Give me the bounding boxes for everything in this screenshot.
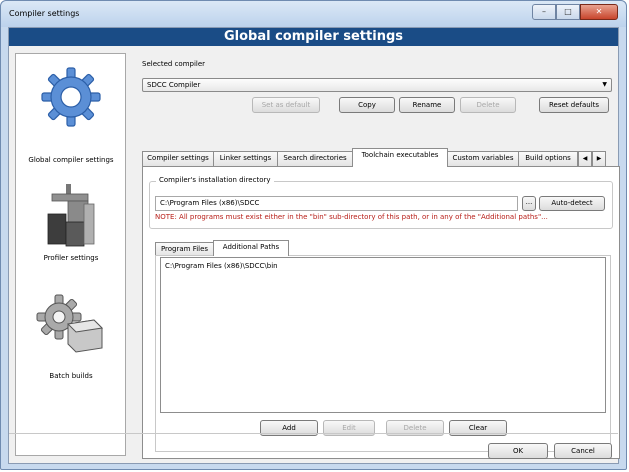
toolchain-executables-page: Compiler's installation directory C:\Pro…	[142, 166, 620, 459]
minimize-button[interactable]: –	[532, 4, 556, 20]
batch-builds-icon	[36, 294, 104, 353]
window-title: Compiler settings	[9, 9, 80, 18]
cancel-button[interactable]: Cancel	[554, 443, 612, 459]
rename-button[interactable]: Rename	[399, 97, 455, 113]
nav-item-profiler-settings[interactable]: Profiler settings	[16, 174, 126, 264]
tab-compiler-settings[interactable]: Compiler settings	[142, 151, 214, 166]
ok-button[interactable]: OK	[488, 443, 548, 459]
nav-item-global-compiler-settings[interactable]: Global compiler settings	[16, 60, 126, 164]
set-as-default-button[interactable]: Set as default	[252, 97, 320, 113]
close-button[interactable]: ✕	[580, 4, 618, 20]
tab-toolchain-executables[interactable]: Toolchain executables	[352, 148, 448, 167]
paths-note: NOTE: All programs must exist either in …	[155, 213, 548, 221]
tab-linker-settings[interactable]: Linker settings	[213, 151, 278, 166]
subtab-program-files[interactable]: Program Files	[155, 242, 214, 256]
tab-build-options[interactable]: Build options	[518, 151, 578, 166]
dialog-body: Global compiler settings Global compiler…	[8, 27, 620, 464]
title-bar[interactable]: Compiler settings – □ ✕	[1, 1, 626, 27]
profiler-tools-icon	[47, 184, 95, 247]
nav-item-batch-builds[interactable]: Batch builds	[16, 284, 126, 384]
compiler-settings-window: Compiler settings – □ ✕ Global compiler …	[0, 0, 627, 470]
nav-label: Profiler settings	[43, 254, 99, 262]
installation-directory-field[interactable]: C:\Program Files (x86)\SDCC	[155, 196, 518, 211]
browse-button[interactable]: ...	[522, 196, 536, 211]
tab-search-directories[interactable]: Search directories	[277, 151, 353, 166]
window-controls: – □ ✕	[532, 4, 618, 20]
compiler-select-value: SDCC Compiler	[147, 81, 201, 89]
gear-icon	[41, 67, 101, 127]
list-item[interactable]: C:\Program Files (x86)\SDCC\bin	[165, 262, 278, 270]
tab-scroll-right-icon[interactable]: ▶	[592, 151, 606, 166]
selected-compiler-label: Selected compiler	[142, 60, 206, 68]
reset-defaults-button[interactable]: Reset defaults	[539, 97, 609, 113]
chevron-down-icon: ▼	[602, 81, 607, 88]
nav-label: Batch builds	[49, 372, 93, 380]
tab-scroll-left-icon[interactable]: ◀	[578, 151, 592, 166]
installation-directory-label: Compiler's installation directory	[156, 176, 274, 184]
auto-detect-button[interactable]: Auto-detect	[539, 196, 605, 211]
settings-nav-panel: Global compiler settings Profiler settin…	[15, 53, 126, 456]
subtab-additional-paths[interactable]: Additional Paths	[213, 240, 289, 256]
page-title: Global compiler settings	[9, 28, 618, 46]
maximize-button[interactable]: □	[556, 4, 580, 20]
divider	[9, 433, 618, 434]
delete-compiler-button[interactable]: Delete	[460, 97, 516, 113]
compiler-select[interactable]: SDCC Compiler ▼	[142, 78, 612, 92]
copy-button[interactable]: Copy	[339, 97, 395, 113]
additional-paths-list[interactable]: C:\Program Files (x86)\SDCC\bin	[160, 257, 606, 413]
installation-directory-group: Compiler's installation directory C:\Pro…	[149, 176, 613, 229]
tab-custom-variables[interactable]: Custom variables	[447, 151, 519, 166]
nav-label: Global compiler settings	[28, 156, 114, 164]
